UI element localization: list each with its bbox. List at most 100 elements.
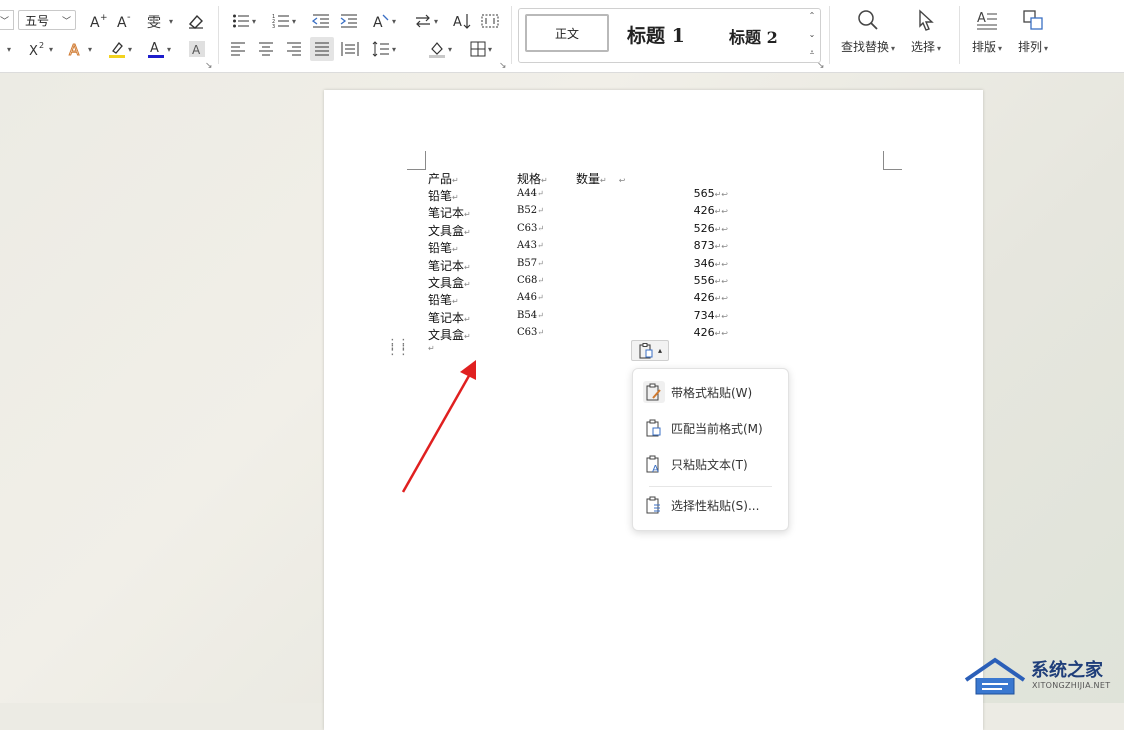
superscript-icon[interactable]: X 2 ▾	[26, 38, 56, 60]
cell-spec: B57	[517, 257, 538, 269]
header-quantity: 数量	[576, 172, 601, 186]
paste-keep-format-item[interactable]: 带格式粘贴(W)	[643, 378, 781, 406]
paste-match-format-item[interactable]: 匹配当前格式(M)	[643, 414, 781, 442]
chinese-layout-icon[interactable]: A ▾	[368, 10, 400, 32]
cell-spec: B52	[517, 205, 538, 217]
text-direction-icon[interactable]: ▾	[410, 10, 442, 32]
cell-product: 文具盒	[428, 328, 465, 343]
chevron-down-icon[interactable]: ⌄	[809, 30, 816, 39]
justify-icon[interactable]	[310, 37, 334, 61]
cell-product: 文具盒	[428, 276, 465, 290]
sort-icon[interactable]: A	[451, 10, 473, 32]
svg-text:雯: 雯	[147, 15, 161, 30]
font-name-dropdown-end[interactable]: ﹀	[0, 10, 14, 30]
clear-format-icon[interactable]	[185, 10, 207, 32]
cell-product: 铅笔	[428, 189, 453, 203]
dialog-launcher-icon[interactable]: ↘	[205, 61, 213, 71]
clipboard-text-icon: A	[643, 453, 665, 475]
clipboard-icon	[639, 342, 653, 359]
paste-options-button[interactable]: ▴	[631, 340, 669, 361]
select-button[interactable]: 选择 ▾	[911, 8, 941, 55]
chevron-down-icon: ﹀	[61, 17, 71, 27]
svg-text:A: A	[652, 464, 659, 473]
phonetic-guide-icon[interactable]: 雯 ▾	[143, 10, 177, 32]
decrease-indent-icon[interactable]	[310, 10, 332, 32]
bullet-list-icon[interactable]: ▾	[228, 10, 260, 32]
cursor-arrow-icon	[919, 9, 934, 31]
cell-spec: A44	[517, 188, 537, 199]
menu-item-label: 匹配当前格式(M)	[671, 421, 763, 436]
increase-indent-icon[interactable]	[338, 10, 360, 32]
cell-spec: B54	[517, 309, 538, 321]
separator	[959, 6, 960, 64]
character-shading-icon[interactable]: A	[186, 38, 208, 60]
cell-product: 铅笔	[428, 293, 453, 308]
dialog-launcher-icon[interactable]: ↘	[499, 61, 507, 71]
show-marks-icon[interactable]	[479, 10, 501, 32]
layout-label: 排版	[972, 40, 997, 54]
paste-special-item[interactable]: 选择性粘贴(S)...	[643, 491, 781, 519]
typesetting-icon: A	[977, 11, 998, 30]
clipboard-brush-icon	[643, 381, 665, 403]
styles-gallery: 正文 标题 1 标题 2 ⌃ ⌄ ⩡	[518, 8, 821, 63]
styles-scroll[interactable]: ⌃ ⌄ ⩡	[806, 11, 818, 58]
margin-corner-top-right	[883, 151, 902, 170]
shrink-font-icon[interactable]: A-	[114, 10, 136, 32]
cell-quantity: 734	[693, 308, 715, 322]
cell-quantity: 565	[693, 187, 715, 200]
font-size-dropdown[interactable]: 五号 ﹀	[18, 10, 76, 30]
arrange-button[interactable]: 排列 ▾	[1018, 8, 1048, 55]
distributed-align-icon[interactable]	[339, 38, 361, 60]
separator	[511, 6, 512, 64]
line-spacing-icon[interactable]: ▾	[368, 38, 400, 60]
cell-product: 笔记本	[428, 310, 465, 325]
grow-font-icon[interactable]: A +	[87, 10, 109, 32]
arrange-label: 排列	[1018, 40, 1043, 54]
site-watermark: 系统之家 XITONGZHIJIA.NET	[962, 654, 1122, 703]
svg-text:2: 2	[39, 41, 44, 50]
numbered-list-icon[interactable]: 1 2 3 ▾	[268, 10, 300, 32]
chevron-down-icon[interactable]: ▾	[0, 38, 16, 60]
clipboard-list-icon	[643, 494, 665, 516]
find-replace-button[interactable]: 查找替换 ▾	[841, 8, 895, 55]
arrange-icon	[1023, 10, 1043, 30]
paste-text-only-item[interactable]: A 只粘贴文本(T)	[643, 450, 781, 478]
svg-text:A: A	[150, 41, 159, 56]
layout-button[interactable]: A 排版 ▾	[972, 8, 1002, 55]
cell-product: 笔记本	[428, 258, 465, 273]
svg-text:A: A	[192, 43, 201, 57]
menu-item-label: 选择性粘贴(S)...	[671, 498, 760, 513]
align-left-icon[interactable]	[227, 38, 249, 60]
style-heading-1[interactable]: 标题 1	[627, 21, 685, 48]
svg-text:A: A	[69, 41, 80, 58]
cell-product: 文具盒	[428, 223, 465, 238]
borders-icon[interactable]: ▾	[465, 38, 497, 60]
cell-quantity: 426	[693, 326, 715, 340]
cell-spec: A46	[517, 292, 537, 304]
house-logo-icon	[964, 657, 1026, 695]
cell-quantity: 526	[693, 221, 715, 235]
align-right-icon[interactable]	[283, 38, 305, 60]
text-effect-icon[interactable]: A ▾	[65, 38, 95, 60]
style-normal[interactable]: 正文	[525, 14, 609, 52]
shading-icon[interactable]: ▾	[424, 38, 456, 60]
style-heading-2[interactable]: 标题 2	[729, 24, 778, 48]
align-center-icon[interactable]	[255, 38, 277, 60]
cell-quantity: 556	[693, 274, 715, 287]
cell-quantity: 346	[693, 256, 715, 270]
cell-quantity: 873	[693, 239, 715, 253]
ribbon-toolbar: ﹀ 五号 ﹀ A + A- 雯 ▾ ▾ X 2 ▾ A ▾ ▾ A ▾ A ↘ ▾ 1 2 3 ▾	[0, 0, 1124, 73]
magnifier-icon	[858, 10, 878, 30]
margin-corner-top-left	[407, 151, 426, 170]
chevron-up-icon[interactable]: ⌃	[809, 11, 816, 20]
font-color-icon[interactable]: A ▾	[144, 38, 174, 60]
cell-product: 笔记本	[428, 206, 465, 221]
more-icon[interactable]: ⩡	[810, 48, 815, 58]
cell-spec: C63	[517, 222, 538, 234]
highlight-icon[interactable]: ▾	[105, 38, 135, 60]
cell-spec: C68	[517, 275, 538, 286]
find-replace-label: 查找替换	[841, 40, 890, 54]
svg-text:3: 3	[272, 24, 275, 29]
svg-text:A: A	[977, 11, 986, 26]
dialog-launcher-icon[interactable]: ↘	[817, 61, 825, 71]
